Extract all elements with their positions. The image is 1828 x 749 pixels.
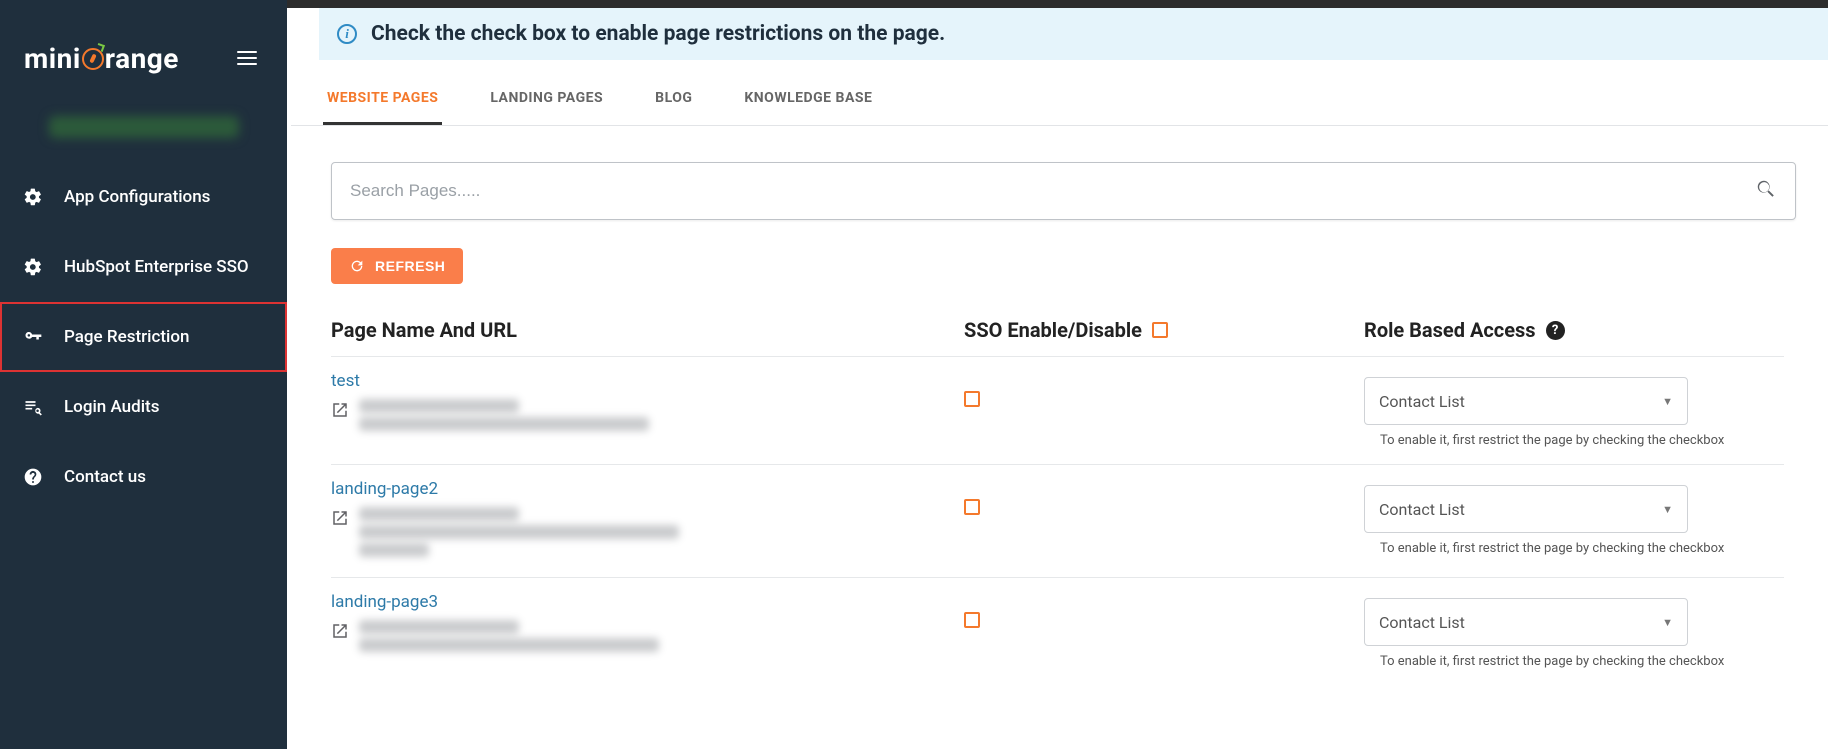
sidebar-item-page-restriction[interactable]: Page Restriction xyxy=(0,302,287,372)
tab-website-pages[interactable]: WEBSITE PAGES xyxy=(323,72,442,125)
tab-label: BLOG xyxy=(655,90,692,106)
page-name-link[interactable]: test xyxy=(331,371,964,391)
page-name-link[interactable]: landing-page3 xyxy=(331,592,964,612)
help-icon[interactable]: ? xyxy=(1546,321,1565,340)
page-name-link[interactable]: landing-page2 xyxy=(331,479,964,499)
th-role: Role Based Access ? xyxy=(1364,318,1784,342)
role-select[interactable]: Contact List ▼ xyxy=(1364,377,1688,425)
help-icon xyxy=(22,466,44,488)
search-icon[interactable] xyxy=(1755,178,1777,204)
open-external-icon[interactable] xyxy=(331,509,349,527)
tab-label: KNOWLEDGE BASE xyxy=(744,90,872,106)
role-select-label: Contact List xyxy=(1379,392,1465,411)
gear-icon xyxy=(22,256,44,278)
role-select-label: Contact List xyxy=(1379,613,1465,632)
page-cell: landing-page2 xyxy=(331,479,964,561)
pages-table: Page Name And URL SSO Enable/Disable Rol… xyxy=(331,304,1784,685)
sso-cell xyxy=(964,371,1364,407)
sso-cell xyxy=(964,592,1364,628)
sidebar-item-label: App Configurations xyxy=(64,187,210,207)
page-cell: test xyxy=(331,371,964,435)
menu-toggle-icon[interactable] xyxy=(231,45,263,71)
chevron-down-icon: ▼ xyxy=(1662,616,1673,629)
info-banner: i Check the check box to enable page res… xyxy=(319,8,1828,60)
sso-row-checkbox[interactable] xyxy=(964,499,980,515)
role-cell: Contact List ▼ To enable it, first restr… xyxy=(1364,371,1784,448)
main-content: i Check the check box to enable page res… xyxy=(287,0,1828,749)
chevron-down-icon: ▼ xyxy=(1662,503,1673,516)
search-box xyxy=(331,162,1796,220)
role-hint: To enable it, first restrict the page by… xyxy=(1380,541,1784,556)
refresh-button-label: REFRESH xyxy=(375,258,445,274)
info-icon: i xyxy=(337,24,357,44)
tabs: WEBSITE PAGES LANDING PAGES BLOG KNOWLED… xyxy=(291,72,1828,126)
role-cell: Contact List ▼ To enable it, first restr… xyxy=(1364,479,1784,556)
role-cell: Contact List ▼ To enable it, first restr… xyxy=(1364,592,1784,669)
page-url-redacted xyxy=(359,399,964,435)
role-select[interactable]: Contact List ▼ xyxy=(1364,598,1688,646)
sidebar-item-app-configurations[interactable]: App Configurations xyxy=(0,162,287,232)
sidebar-item-contact-us[interactable]: Contact us xyxy=(0,442,287,512)
search-input[interactable] xyxy=(350,181,1755,201)
sidebar-item-hubspot-sso[interactable]: HubSpot Enterprise SSO xyxy=(0,232,287,302)
gear-icon xyxy=(22,186,44,208)
sso-row-checkbox[interactable] xyxy=(964,612,980,628)
brand-range: range xyxy=(105,42,179,75)
page-cell: landing-page3 xyxy=(331,592,964,656)
page-url-redacted xyxy=(359,620,964,656)
key-icon xyxy=(22,326,44,348)
tab-blog[interactable]: BLOG xyxy=(651,72,696,125)
role-select-label: Contact List xyxy=(1379,500,1465,519)
sidebar-item-label: HubSpot Enterprise SSO xyxy=(64,257,249,277)
sidebar-item-label: Login Audits xyxy=(64,397,159,417)
sidebar-item-login-audits[interactable]: Login Audits xyxy=(0,372,287,442)
list-search-icon xyxy=(22,396,44,418)
tab-landing-pages[interactable]: LANDING PAGES xyxy=(486,72,607,125)
tab-label: WEBSITE PAGES xyxy=(327,90,438,106)
role-select[interactable]: Contact List ▼ xyxy=(1364,485,1688,533)
table-body: test xyxy=(331,356,1784,685)
chevron-down-icon: ▼ xyxy=(1662,395,1673,408)
tab-knowledge-base[interactable]: KNOWLEDGE BASE xyxy=(740,72,876,125)
th-sso-label: SSO Enable/Disable xyxy=(964,318,1142,342)
role-hint: To enable it, first restrict the page by… xyxy=(1380,433,1784,448)
th-role-label: Role Based Access xyxy=(1364,318,1536,342)
refresh-button[interactable]: REFRESH xyxy=(331,248,463,284)
sso-header-checkbox[interactable] xyxy=(1152,322,1168,338)
sso-cell xyxy=(964,479,1364,515)
open-external-icon[interactable] xyxy=(331,401,349,419)
role-hint: To enable it, first restrict the page by… xyxy=(1380,654,1784,669)
th-page-name: Page Name And URL xyxy=(331,318,964,342)
info-banner-text: Check the check box to enable page restr… xyxy=(371,22,945,46)
table-row: test xyxy=(331,356,1784,464)
refresh-icon xyxy=(349,258,365,274)
table-row: landing-page2 xyxy=(331,464,1784,577)
sidebar-nav: App Configurations HubSpot Enterprise SS… xyxy=(0,162,287,512)
table-header: Page Name And URL SSO Enable/Disable Rol… xyxy=(331,304,1784,356)
sidebar: mini range App Configurations xyxy=(0,0,287,749)
open-external-icon[interactable] xyxy=(331,622,349,640)
sidebar-item-label: Contact us xyxy=(64,467,146,487)
table-row: landing-page3 xyxy=(331,577,1784,685)
brand-mini: mini xyxy=(24,42,81,75)
brand-logo: mini range xyxy=(24,42,179,75)
page-url-redacted xyxy=(359,507,964,561)
brand-o-char xyxy=(81,42,105,75)
sso-row-checkbox[interactable] xyxy=(964,391,980,407)
tab-label: LANDING PAGES xyxy=(490,90,603,106)
user-email-redacted xyxy=(49,116,239,138)
th-sso: SSO Enable/Disable xyxy=(964,318,1364,342)
sidebar-item-label: Page Restriction xyxy=(64,327,189,347)
